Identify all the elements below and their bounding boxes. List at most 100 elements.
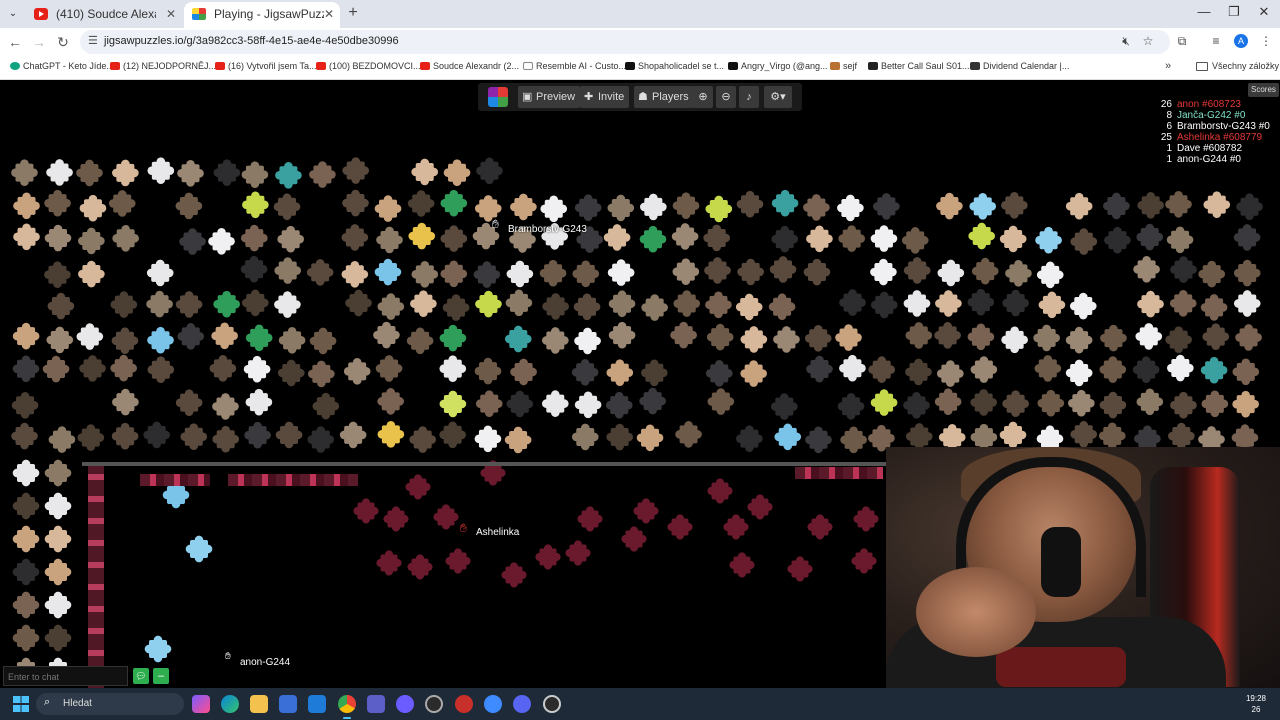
puzzle-piece[interactable] [840,426,867,454]
puzzle-piece[interactable] [706,323,734,351]
puzzle-piece[interactable] [212,393,239,420]
puzzle-piece[interactable] [11,422,38,450]
chat-send-button[interactable]: 💬︎ [133,668,149,684]
puzzle-piece[interactable] [440,260,468,288]
puzzle-piece[interactable] [177,323,205,350]
puzzle-piece[interactable] [110,354,137,382]
puzzle-piece[interactable] [44,459,72,487]
puzzle-piece[interactable] [408,222,436,250]
puzzle-piece[interactable] [736,190,764,218]
puzzle-piece[interactable] [439,324,467,352]
puzzle-piece[interactable] [42,355,70,383]
sound-button[interactable]: ♪ [739,86,759,108]
puzzle-piece[interactable] [603,224,631,251]
puzzle-piece[interactable] [44,591,72,619]
puzzle-piece[interactable] [405,474,431,500]
puzzle-piece[interactable] [12,591,40,619]
puzzle-piece[interactable] [999,225,1027,253]
puzzle-piece[interactable] [1104,226,1131,254]
puzzle-piece[interactable] [143,421,171,449]
all-bookmarks-folder[interactable]: Všechny záložky [1196,61,1279,71]
puzzle-piece[interactable] [705,195,733,223]
puzzle-piece[interactable] [535,544,561,570]
puzzle-piece[interactable] [873,193,900,220]
puzzle-piece[interactable] [146,259,174,287]
puzzle-piece[interactable] [375,355,403,382]
puzzle-piece[interactable] [804,324,832,352]
puzzle-piece[interactable] [773,326,800,353]
puzzle-piece[interactable] [571,358,599,386]
puzzle-piece[interactable] [474,425,502,453]
puzzle-piece[interactable] [1165,190,1192,218]
file-explorer-icon[interactable] [250,695,268,713]
puzzle-piece[interactable] [241,289,269,317]
puzzle-piece[interactable] [1201,390,1229,418]
puzzle-piece[interactable] [76,323,104,350]
puzzle-piece[interactable] [1136,388,1164,416]
puzzle-piece[interactable] [274,257,302,284]
puzzle-piece[interactable] [903,290,931,317]
minimize-button[interactable]: — [1189,4,1219,19]
puzzle-piece[interactable] [175,291,203,318]
players-button[interactable]: ☗ Players [634,86,694,108]
back-button[interactable]: ← [6,33,24,51]
puzzle-piece[interactable] [374,258,402,286]
puzzle-piece[interactable] [870,389,898,416]
puzzle-piece[interactable] [343,358,371,385]
puzzle-piece[interactable] [409,426,436,453]
puzzle-piece[interactable] [703,224,730,252]
puzzle-piece[interactable] [445,548,471,574]
puzzle-piece[interactable] [574,391,602,419]
puzzle-piece[interactable] [48,426,76,453]
puzzle-piece[interactable] [44,624,72,652]
puzzle-piece[interactable] [180,423,208,451]
puzzle-piece[interactable] [12,558,40,586]
puzzle-piece[interactable] [735,293,763,321]
puzzle-piece[interactable] [805,426,832,454]
puzzle-piece[interactable] [273,193,301,221]
extensions-icon[interactable]: ⧉ [1174,34,1190,49]
puzzle-piece[interactable] [12,492,40,520]
puzzle-piece[interactable] [1098,422,1126,450]
puzzle-piece[interactable] [245,324,273,352]
puzzle-piece[interactable] [306,259,334,286]
puzzle-piece[interactable] [1001,192,1028,219]
puzzle-piece[interactable] [1137,290,1164,318]
puzzle-piece[interactable] [240,224,268,252]
puzzle-piece[interactable] [803,194,830,221]
puzzle-piece[interactable] [13,223,40,251]
puzzle-piece[interactable] [79,355,106,382]
puzzle-piece[interactable] [439,421,466,449]
tab-jigsaw[interactable]: Playing - JigsawPuzzles.io ✕ [184,2,340,28]
reload-button[interactable]: ↻ [54,33,72,51]
puzzle-piece[interactable] [707,478,733,504]
puzzle-piece[interactable] [44,525,72,553]
site-info-icon[interactable]: ☰ [88,34,98,47]
puzzle-piece[interactable] [44,261,71,289]
puzzle-piece[interactable] [278,327,306,354]
puzzle-piece[interactable] [541,390,569,417]
puzzle-piece[interactable] [353,498,379,524]
puzzle-piece[interactable] [707,388,735,415]
puzzle-piece[interactable] [44,558,72,586]
puzzle-piece[interactable] [345,289,372,317]
puzzle-piece[interactable] [636,424,664,452]
puzzle-piece[interactable] [112,159,139,187]
puzzle-canvas[interactable]: ▣ Preview ✚ Invite ☗ Players ⊕ ⊖ ♪ ⚙▾ Score… [0,81,1280,688]
puzzle-piece[interactable] [672,192,700,219]
puzzle-piece[interactable] [177,159,204,187]
puzzle-piece[interactable] [608,290,636,318]
puzzle-piece[interactable] [774,423,802,451]
puzzle-piece[interactable] [211,322,238,350]
puzzle-piece[interactable] [243,355,271,383]
puzzle-piece[interactable] [970,356,998,383]
puzzle-piece[interactable] [901,227,929,254]
puzzle-piece[interactable] [147,326,174,354]
puzzle-piece[interactable] [1001,326,1028,354]
puzzle-piece[interactable] [967,323,995,351]
wordpress-icon[interactable] [425,695,443,713]
puzzle-piece[interactable] [1168,422,1195,450]
puzzle-piece[interactable] [341,260,369,288]
puzzle-piece[interactable] [383,506,409,532]
puzzle-piece[interactable] [179,228,206,255]
